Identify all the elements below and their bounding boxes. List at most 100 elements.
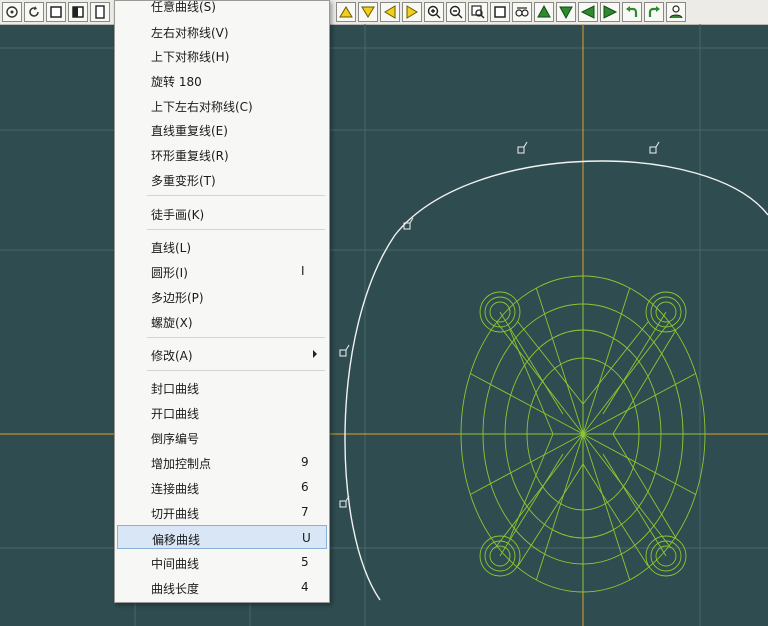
menu-item-label: 直线(L) xyxy=(151,241,192,255)
wire-arm xyxy=(509,433,554,539)
menu-shortcut: 5 xyxy=(301,555,309,569)
menu-item-label: 任意曲线(S) xyxy=(151,0,216,14)
menu-item-add-control-point[interactable]: 增加控制点 9 xyxy=(117,450,327,474)
menu-item-circle[interactable]: 圆形(I) I xyxy=(117,259,327,283)
menu-item-open-curve[interactable]: 开口曲线 xyxy=(117,400,327,424)
menu-item-label: 旋转 180 xyxy=(151,75,202,89)
rotate-icon[interactable] xyxy=(24,2,44,22)
redo-icon[interactable] xyxy=(644,2,664,22)
menu-item-label: 修改(A) xyxy=(151,349,193,363)
menu-item-label: 曲线长度 xyxy=(151,582,200,596)
menu-item-cut-curve[interactable]: 切开曲线 7 xyxy=(117,500,327,524)
menu-item-label: 倒序编号 xyxy=(151,432,200,446)
control-point-marker[interactable] xyxy=(517,146,525,154)
zoom-out-icon[interactable] xyxy=(446,2,466,22)
menu-item-4way-symmetry[interactable]: 上下左右对称线(C) xyxy=(117,93,327,117)
menu-shortcut: 4 xyxy=(301,580,309,594)
menu-item-label: 多边形(P) xyxy=(151,291,204,305)
menu-shortcut: 9 xyxy=(301,455,309,469)
half-square-icon[interactable] xyxy=(68,2,88,22)
menu-item-arbitrary-curve[interactable]: 任意曲线(S) xyxy=(117,0,327,17)
submenu-arrow-icon xyxy=(313,350,317,358)
menu-item-circular-repeat[interactable]: 环形重复线(R) xyxy=(117,142,327,166)
menu-item-ud-symmetry[interactable]: 上下对称线(H) xyxy=(117,43,327,67)
wireframe-shape xyxy=(460,275,706,593)
wire-arm xyxy=(509,329,554,435)
undo-icon[interactable] xyxy=(622,2,642,22)
menu-item-curve-length[interactable]: 曲线长度 4 xyxy=(117,575,327,599)
control-point-marker[interactable] xyxy=(649,146,657,154)
menu-item-polygon[interactable]: 多边形(P) xyxy=(117,284,327,308)
menu-item-line[interactable]: 直线(L) xyxy=(117,234,327,258)
person-icon[interactable] xyxy=(666,2,686,22)
menu-item-label: 环形重复线(R) xyxy=(151,149,229,163)
menu-item-reverse-numbering[interactable]: 倒序编号 xyxy=(117,425,327,449)
menu-item-close-curve[interactable]: 封口曲线 xyxy=(117,375,327,399)
solid-left-icon[interactable] xyxy=(578,2,598,22)
control-point-tick xyxy=(345,344,350,351)
menu-item-label: 上下对称线(H) xyxy=(151,50,230,64)
triangle-down-icon[interactable] xyxy=(358,2,378,22)
wire-arm xyxy=(582,463,649,567)
triangle-left-icon[interactable] xyxy=(380,2,400,22)
toolbar-right-group xyxy=(336,2,686,22)
triangle-right-icon[interactable] xyxy=(402,2,422,22)
wire-spoke xyxy=(496,322,584,435)
menu-separator xyxy=(147,195,325,196)
menu-item-label: 圆形(I) xyxy=(151,266,188,280)
document-icon[interactable] xyxy=(90,2,110,22)
menu-item-multi-transform[interactable]: 多重变形(T) xyxy=(117,167,327,191)
square-icon[interactable] xyxy=(490,2,510,22)
menu-item-middle-curve[interactable]: 中间曲线 5 xyxy=(117,550,327,574)
control-point-tick xyxy=(655,141,660,148)
menu-item-label: 连接曲线 xyxy=(151,482,200,496)
context-menu: 任意曲线(S) 左右对称线(V) 上下对称线(H) 旋转 180 上下左右对称线… xyxy=(114,0,330,603)
cursor-icon[interactable] xyxy=(2,2,22,22)
wire-spoke xyxy=(535,287,584,435)
wire-spoke xyxy=(535,433,584,581)
menu-item-label: 中间曲线 xyxy=(151,557,200,571)
menu-shortcut: U xyxy=(302,531,311,545)
wire-spoke xyxy=(582,433,670,546)
menu-separator xyxy=(147,337,325,338)
menu-item-spiral[interactable]: 螺旋(X) xyxy=(117,309,327,333)
control-point-tick xyxy=(523,141,528,148)
solid-up-icon[interactable] xyxy=(534,2,554,22)
menu-item-label: 多重变形(T) xyxy=(151,174,216,188)
menu-item-label: 封口曲线 xyxy=(151,382,200,396)
zoom-fit-icon[interactable] xyxy=(468,2,488,22)
menu-item-label: 徒手画(K) xyxy=(151,208,205,222)
menu-item-join-curves[interactable]: 连接曲线 6 xyxy=(117,475,327,499)
wire-spoke xyxy=(496,433,584,546)
menu-item-lr-symmetry[interactable]: 左右对称线(V) xyxy=(117,19,327,43)
menu-shortcut: 7 xyxy=(301,505,309,519)
solid-down-icon[interactable] xyxy=(556,2,576,22)
wire-spoke xyxy=(582,287,631,435)
wire-spoke xyxy=(582,433,631,581)
menu-item-label: 增加控制点 xyxy=(151,457,212,471)
menu-item-modify[interactable]: 修改(A) xyxy=(117,342,327,366)
menu-item-rotate-180[interactable]: 旋转 180 xyxy=(117,68,327,92)
group-icon[interactable] xyxy=(512,2,532,22)
menu-item-offset-curve[interactable]: 偏移曲线 U xyxy=(117,525,327,549)
menu-item-freehand[interactable]: 徒手画(K) xyxy=(117,201,327,225)
menu-item-label: 偏移曲线 xyxy=(152,533,201,547)
menu-shortcut: I xyxy=(301,264,305,278)
square-icon[interactable] xyxy=(46,2,66,22)
control-point-marker[interactable] xyxy=(339,500,347,508)
menu-item-label: 左右对称线(V) xyxy=(151,26,229,40)
menu-shortcut: 6 xyxy=(301,480,309,494)
menu-item-label: 开口曲线 xyxy=(151,407,200,421)
menu-item-linear-repeat[interactable]: 直线重复线(E) xyxy=(117,117,327,141)
outline-arc xyxy=(344,160,768,601)
solid-right-icon[interactable] xyxy=(600,2,620,22)
menu-item-label: 螺旋(X) xyxy=(151,316,193,330)
menu-item-label: 上下左右对称线(C) xyxy=(151,100,253,114)
control-point-marker[interactable] xyxy=(339,349,347,357)
menu-separator xyxy=(147,229,325,230)
zoom-in-icon[interactable] xyxy=(424,2,444,22)
triangle-up-icon[interactable] xyxy=(336,2,356,22)
toolbar-left-group xyxy=(2,2,110,22)
wire-spoke xyxy=(582,322,670,435)
menu-item-label: 直线重复线(E) xyxy=(151,124,228,138)
